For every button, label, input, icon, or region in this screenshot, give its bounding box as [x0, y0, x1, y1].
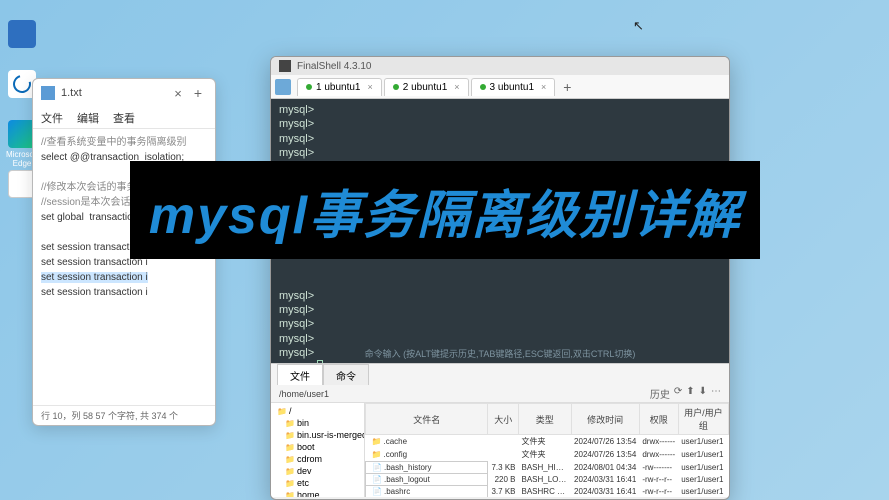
col-mtime[interactable]: 修改时间 — [571, 404, 639, 435]
table-row[interactable]: .bash_logout220 BBASH_LO…2024/03/31 16:4… — [366, 473, 729, 485]
status-dot-icon — [306, 84, 312, 90]
col-perm[interactable]: 权限 — [639, 404, 678, 435]
history-label[interactable]: 历史 — [650, 386, 670, 401]
tree-item[interactable]: boot — [275, 441, 360, 453]
menu-file[interactable]: 文件 — [41, 110, 63, 126]
col-size[interactable]: 大小 — [488, 404, 519, 435]
tab-files[interactable]: 文件 — [277, 364, 323, 385]
status-dot-icon — [480, 84, 486, 90]
path-bar: /home/user1 历史 ⟳ ⬆ ⬇ ⋯ — [271, 385, 729, 403]
tab-close-icon[interactable]: × — [541, 82, 546, 92]
new-tab-icon[interactable]: + — [189, 85, 207, 101]
app-icon — [279, 60, 291, 72]
notepad-title: 1.txt — [61, 87, 82, 99]
col-owner[interactable]: 用户/用户组 — [678, 404, 728, 435]
finalshell-window: FinalShell 4.3.10 1 ubuntu1× 2 ubuntu1× … — [270, 56, 730, 500]
terminal-hint: 命令输入 (按ALT键提示历史,TAB键路径,ESC键返回,双击CTRL切换) — [271, 349, 729, 361]
new-tab-icon[interactable]: + — [557, 79, 577, 95]
tab-3[interactable]: 3 ubuntu1× — [471, 78, 556, 96]
table-row[interactable]: .bashrc3.7 KBBASHRC …2024/03/31 16:41-rw… — [366, 485, 729, 497]
shell-title: FinalShell 4.3.10 — [297, 61, 372, 72]
upload-icon[interactable]: ⬆ — [686, 386, 694, 401]
tab-close-icon[interactable]: × — [167, 86, 189, 101]
tree-item[interactable]: / — [275, 405, 360, 417]
notepad-titlebar[interactable]: 1.txt × + — [33, 79, 215, 107]
tab-cmd[interactable]: 命令 — [323, 364, 369, 385]
tree-item[interactable]: home — [275, 489, 360, 497]
overlay-text: mysql事务隔离级别详解 — [149, 173, 741, 248]
file-manager: /binbin.usr-is-mergedbootcdromdevetchome… — [271, 403, 729, 497]
notepad-menu: 文件 编辑 查看 — [33, 107, 215, 129]
table-row[interactable]: .bash_history7.3 KBBASH_HI…2024/08/01 04… — [366, 461, 729, 473]
tree-item[interactable]: cdrom — [275, 453, 360, 465]
tab-close-icon[interactable]: × — [454, 82, 459, 92]
desktop-icon-generic[interactable] — [6, 20, 38, 58]
more-icon[interactable]: ⋯ — [711, 386, 721, 401]
tab-close-icon[interactable]: × — [368, 82, 373, 92]
table-row[interactable]: .config文件夹2024/07/26 13:54drwx------user… — [366, 448, 729, 461]
folder-icon[interactable] — [275, 79, 291, 95]
shell-tabs: 1 ubuntu1× 2 ubuntu1× 3 ubuntu1× + — [271, 75, 729, 99]
fm-tree[interactable]: /binbin.usr-is-mergedbootcdromdevetchome… — [271, 403, 365, 497]
notepad-status: 行 10，列 58 57 个字符, 共 374 个 — [33, 405, 215, 425]
fm-list[interactable]: 文件名 大小 类型 修改时间 权限 用户/用户组 .cache文件夹2024/0… — [365, 403, 729, 497]
tree-item[interactable]: bin — [275, 417, 360, 429]
current-path[interactable]: /home/user1 — [279, 389, 329, 399]
shell-titlebar[interactable]: FinalShell 4.3.10 — [271, 57, 729, 75]
table-row[interactable]: .cache文件夹2024/07/26 13:54drwx------user1… — [366, 435, 729, 449]
download-icon[interactable]: ⬇ — [699, 386, 707, 401]
bottom-tabs: 文件 命令 — [271, 363, 729, 385]
menu-edit[interactable]: 编辑 — [77, 110, 99, 126]
refresh-icon[interactable]: ⟳ — [674, 386, 682, 401]
menu-view[interactable]: 查看 — [113, 110, 135, 126]
overlay-title: mysql事务隔离级别详解 — [130, 161, 760, 259]
col-name[interactable]: 文件名 — [366, 404, 488, 435]
tab-1[interactable]: 1 ubuntu1× — [297, 78, 382, 96]
tree-item[interactable]: bin.usr-is-merged — [275, 429, 360, 441]
tree-item[interactable]: dev — [275, 465, 360, 477]
mouse-cursor-icon — [633, 18, 645, 34]
status-dot-icon — [393, 84, 399, 90]
file-icon — [41, 86, 55, 100]
tab-2[interactable]: 2 ubuntu1× — [384, 78, 469, 96]
col-type[interactable]: 类型 — [519, 404, 572, 435]
tree-item[interactable]: etc — [275, 477, 360, 489]
